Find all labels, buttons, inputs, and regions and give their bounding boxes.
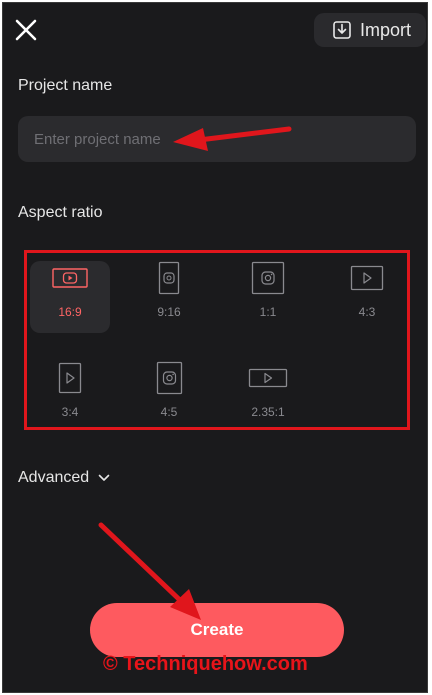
- project-name-input[interactable]: [18, 116, 416, 162]
- ratio-label: 2.35:1: [251, 405, 285, 419]
- ratio-option-16-9[interactable]: 16:9: [30, 261, 110, 333]
- watermark: © Techniquehow.com: [103, 653, 308, 675]
- play-icon: [248, 368, 288, 388]
- chevron-down-icon: [98, 474, 110, 481]
- ratio-label: 1:1: [259, 305, 277, 319]
- ratio-option-2-35-1[interactable]: 2.35:1: [228, 361, 308, 433]
- import-button[interactable]: Import: [314, 13, 426, 47]
- ratio-option-3-4[interactable]: 3:4: [30, 361, 110, 433]
- import-icon: [333, 21, 351, 39]
- play-icon: [350, 265, 384, 291]
- advanced-toggle[interactable]: Advanced: [18, 469, 111, 487]
- project-name-label: Project name: [18, 77, 113, 94]
- play-icon: [58, 362, 82, 394]
- advanced-label: Advanced: [18, 469, 90, 486]
- ratio-option-1-1[interactable]: 1:1: [228, 261, 308, 333]
- ratio-option-4-5[interactable]: 4:5: [129, 361, 209, 433]
- create-project-screen: Import Project name Aspect ratio 16:9: [2, 2, 428, 693]
- aspect-ratio-panel: 16:9 9:16 1:1 4:3 3:4 4:5 2.35:1: [24, 250, 410, 430]
- ratio-label: 4:3: [358, 305, 376, 319]
- instagram-icon: [251, 261, 285, 295]
- ratio-option-9-16[interactable]: 9:16: [129, 261, 209, 333]
- ratio-label: 3:4: [61, 405, 79, 419]
- youtube-icon: [52, 268, 88, 288]
- ratio-label: 4:5: [160, 405, 178, 419]
- ratio-label: 9:16: [157, 305, 181, 319]
- create-button[interactable]: Create: [90, 603, 344, 657]
- ratio-option-4-3[interactable]: 4:3: [327, 261, 407, 333]
- close-icon: [15, 19, 37, 41]
- tiktok-icon: [158, 261, 180, 295]
- ratio-label: 16:9: [58, 305, 82, 319]
- import-label: Import: [360, 19, 412, 40]
- instagram-icon: [156, 361, 182, 395]
- aspect-ratio-label: Aspect ratio: [18, 204, 103, 221]
- close-button[interactable]: [13, 17, 39, 43]
